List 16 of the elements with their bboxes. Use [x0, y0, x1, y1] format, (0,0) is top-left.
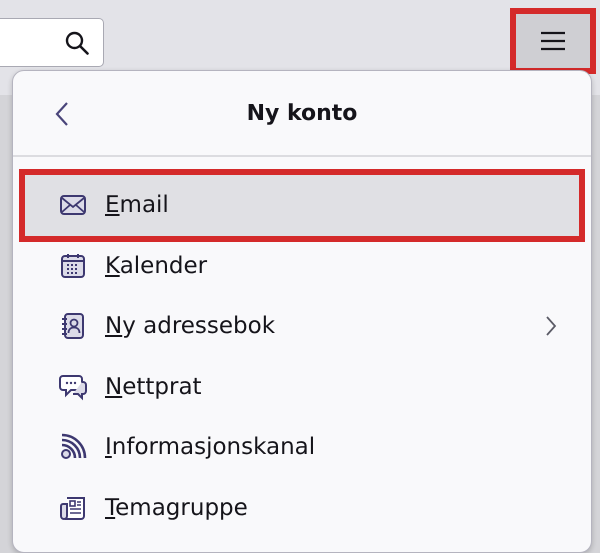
search-icon	[65, 31, 89, 55]
menu-item[interactable]: Temagruppe	[25, 478, 579, 538]
menu-item[interactable]: Kalender	[25, 236, 579, 296]
menu-item[interactable]: Nettprat	[25, 356, 579, 417]
menu-item[interactable]: Email	[25, 175, 579, 236]
panel-title: Ny konto	[246, 100, 358, 128]
menu-item[interactable]: Ny adressebok	[25, 296, 579, 356]
menu-icon	[540, 31, 566, 51]
calendar-icon	[59, 252, 87, 280]
chat-bubbles-icon	[59, 372, 87, 401]
address-book-icon	[59, 312, 87, 340]
menu-item[interactable]: Informasjonskanal	[25, 417, 579, 478]
back-icon	[55, 101, 69, 127]
feed-icon	[59, 433, 87, 462]
menu-button[interactable]	[510, 8, 596, 74]
search-field[interactable]	[0, 18, 104, 67]
